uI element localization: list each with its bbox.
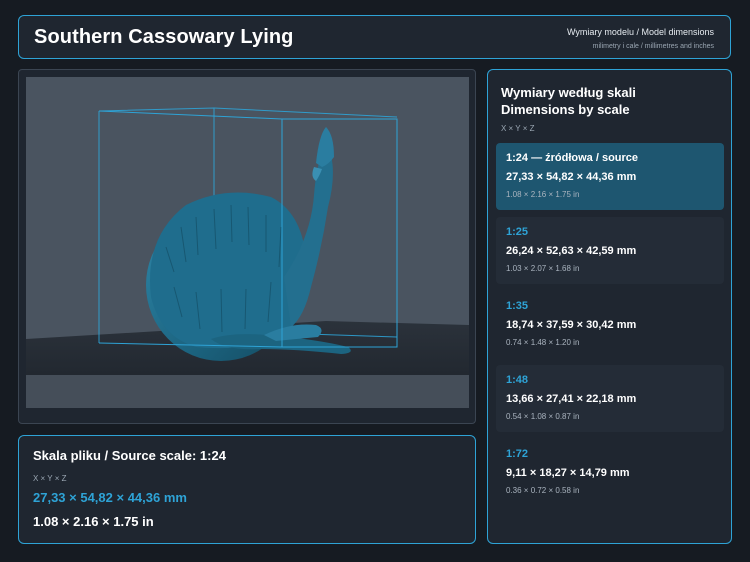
page-title: Southern Cassowary Lying — [34, 26, 294, 48]
source-scale-panel: Skala pliku / Source scale: 1:24 X × Y ×… — [18, 435, 476, 544]
scale-card-in: 0.54 × 1.08 × 0.87 in — [506, 412, 580, 421]
model-viewport[interactable] — [26, 77, 469, 408]
header-panel: Southern Cassowary Lying Wymiary modelu … — [18, 15, 731, 59]
source-dimensions-mm: 27,33 × 54,82 × 44,36 mm — [33, 490, 187, 505]
scales-panel-title: Wymiary według skali Dimensions by scale — [501, 84, 636, 118]
scale-card-1-48[interactable]: 1:48 13,66 × 27,41 × 22,18 mm 0.54 × 1.0… — [496, 365, 724, 432]
scale-card-mm: 27,33 × 54,82 × 44,36 mm — [506, 171, 637, 183]
scale-card-mm: 9,11 × 18,27 × 14,79 mm — [506, 467, 630, 479]
header-units-note: milimetry i cale / millimetres and inche… — [592, 43, 714, 50]
scales-panel: Wymiary według skali Dimensions by scale… — [487, 69, 732, 544]
source-dimensions-in: 1.08 × 2.16 × 1.75 in — [33, 514, 154, 529]
scales-axes-label: X × Y × Z — [501, 124, 535, 133]
scales-title-pl: Wymiary według skali — [501, 85, 636, 100]
scale-card-label: 1:25 — [506, 226, 529, 238]
scales-title-en: Dimensions by scale — [501, 102, 630, 117]
scale-card-mm: 18,74 × 37,59 × 30,42 mm — [506, 319, 637, 331]
scale-card-1-25[interactable]: 1:25 26,24 × 52,63 × 42,59 mm 1.03 × 2.0… — [496, 217, 724, 284]
scale-card-in: 1.03 × 2.07 × 1.68 in — [506, 264, 580, 273]
scale-card-in: 0.36 × 0.72 × 0.58 in — [506, 486, 580, 495]
ground-edge — [26, 375, 469, 408]
scale-card-mm: 13,66 × 27,41 × 22,18 mm — [506, 393, 637, 405]
scale-card-label: 1:24 — źródłowa / source — [506, 152, 639, 164]
scale-card-mm: 26,24 × 52,63 × 42,59 mm — [506, 245, 637, 257]
scale-card-1-35[interactable]: 1:35 18,74 × 37,59 × 30,42 mm 0.74 × 1.4… — [496, 291, 724, 358]
scale-card-1-24[interactable]: 1:24 — źródłowa / source 27,33 × 54,82 ×… — [496, 143, 724, 210]
scale-card-1-72[interactable]: 1:72 9,11 × 18,27 × 14,79 mm 0.36 × 0.72… — [496, 439, 724, 506]
scale-card-in: 1.08 × 2.16 × 1.75 in — [506, 190, 580, 199]
source-scale-title: Skala pliku / Source scale: 1:24 — [33, 448, 226, 463]
model-viewer[interactable] — [18, 69, 476, 424]
scale-card-label: 1:48 — [506, 374, 529, 386]
scale-card-label: 1:72 — [506, 448, 529, 460]
model-render — [26, 77, 469, 408]
scale-card-label: 1:35 — [506, 300, 529, 312]
header-subtitle: Wymiary modelu / Model dimensions — [567, 27, 714, 37]
scale-card-in: 0.74 × 1.48 × 1.20 in — [506, 338, 580, 347]
source-axes-label: X × Y × Z — [33, 474, 67, 483]
